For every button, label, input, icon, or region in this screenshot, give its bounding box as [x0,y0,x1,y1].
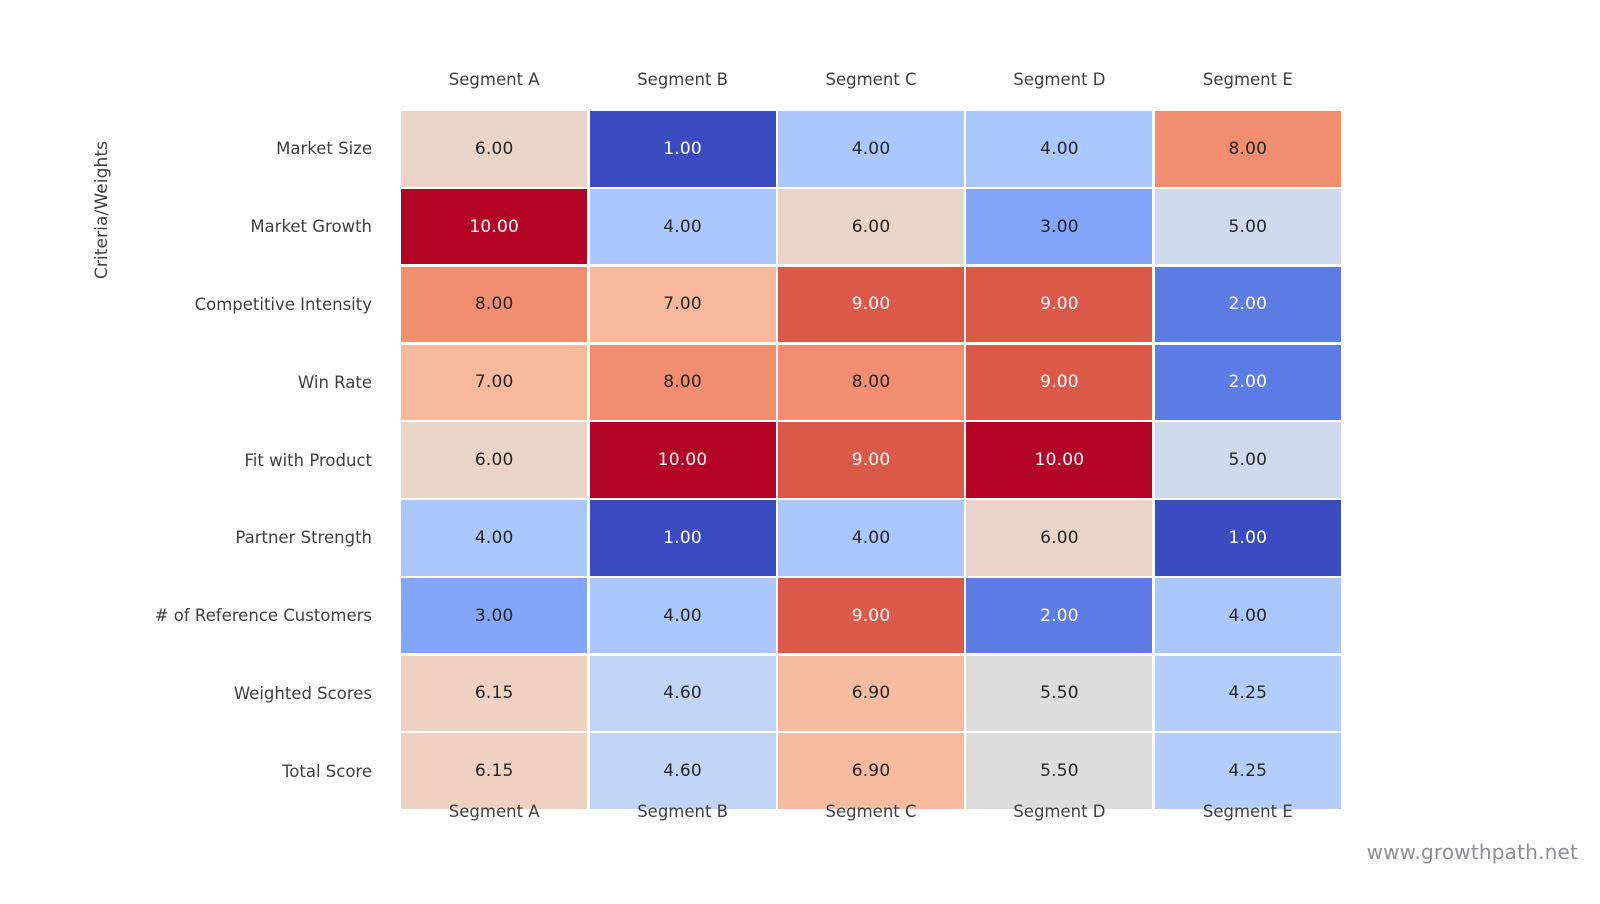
heatmap-cell[interactable]: 9.00 [966,344,1153,420]
column-header-top-4: Segment D [1013,70,1106,89]
heatmap-cell[interactable]: 4.25 [1154,655,1341,732]
row-label-4: Win Rate [297,372,372,392]
heatmap-cell[interactable]: 2.00 [1154,344,1341,420]
row-label-1: Market Size [276,139,372,159]
heatmap-cell[interactable]: 7.00 [401,344,588,420]
column-header-top-5: Segment E [1202,70,1293,89]
heatmap-cell[interactable]: 6.90 [778,733,965,809]
heatmap-cell[interactable]: 9.00 [778,266,965,343]
heatmap-cell[interactable]: 6.00 [401,422,588,498]
heatmap-cell[interactable]: 8.00 [778,344,965,420]
heatmap-cell[interactable]: 2.00 [966,577,1153,654]
heatmap-cell[interactable]: 5.50 [966,655,1153,732]
heatmap-grid: 6.00 1.00 4.00 4.00 8.00 10.00 4.00 6.00 3.00 5.0… [400,110,1342,810]
heatmap-row: 8.00 7.00 9.00 9.00 2.00 [400,266,1342,344]
heatmap-row: 6.00 1.00 4.00 4.00 8.00 [400,110,1342,188]
column-header-bottom-1: Segment A [448,802,540,821]
heatmap-cell[interactable]: 8.00 [589,344,776,420]
row-label-column: Market Size Market Growth Competitive Inte… [120,110,385,810]
heatmap-cell[interactable]: 5.00 [1154,188,1341,265]
heatmap-cell[interactable]: 10.00 [589,422,776,498]
heatmap-cell[interactable]: 5.50 [966,733,1153,809]
column-header-bottom-2: Segment B [637,802,729,821]
heatmap-cell[interactable]: 4.00 [1154,577,1341,654]
heatmap-row: 4.00 1.00 4.00 6.00 1.00 [400,499,1342,577]
row-label-3: Competitive Intensity [194,294,372,314]
column-header-bottom-5: Segment E [1202,802,1293,821]
heatmap-cell[interactable]: 4.00 [778,500,965,576]
row-label-8: Weighted Scores [233,683,372,703]
heatmap-cell[interactable]: 10.00 [401,188,588,265]
heatmap-row: 7.00 8.00 8.00 9.00 2.00 [400,343,1342,421]
heatmap-cell[interactable]: 6.15 [401,733,588,809]
heatmap-cell[interactable]: 4.00 [589,188,776,265]
heatmap-row: 6.15 4.60 6.90 5.50 4.25 [400,732,1342,810]
column-header-bottom-3: Segment C [825,802,917,821]
column-headers-bottom: Segment A Segment B Segment C Segment D Segm… [400,802,1342,821]
heatmap-cell[interactable]: 6.00 [778,188,965,265]
heatmap-cell[interactable]: 4.00 [778,111,965,187]
row-label-9: Total Score [282,761,372,781]
heatmap-cell[interactable]: 6.00 [966,500,1153,576]
heatmap-cell[interactable]: 6.00 [401,111,588,187]
heatmap-row: 10.00 4.00 6.00 3.00 5.00 [400,188,1342,266]
heatmap-cell[interactable]: 4.25 [1154,733,1341,809]
heatmap-cell[interactable]: 2.00 [1154,266,1341,343]
column-header-top-1: Segment A [448,70,540,89]
heatmap-cell[interactable]: 6.90 [778,655,965,732]
column-headers-top: Segment A Segment B Segment C Segment D Segm… [400,70,1342,89]
heatmap-cell[interactable]: 4.60 [589,733,776,809]
row-label-6: Partner Strength [235,528,372,548]
heatmap-cell[interactable]: 8.00 [401,266,588,343]
column-header-top-2: Segment B [637,70,729,89]
heatmap-cell[interactable]: 4.00 [966,111,1153,187]
heatmap-cell[interactable]: 4.60 [589,655,776,732]
heatmap-row: 6.15 4.60 6.90 5.50 4.25 [400,654,1342,732]
heatmap-cell[interactable]: 8.00 [1154,111,1341,187]
heatmap-cell[interactable]: 9.00 [778,422,965,498]
y-axis-title: Criteria/Weights [92,140,112,280]
heatmap-cell[interactable]: 4.00 [589,577,776,654]
heatmap-cell[interactable]: 10.00 [966,422,1153,498]
heatmap-cell[interactable]: 6.15 [401,655,588,732]
row-label-5: Fit with Product [244,450,373,470]
heatmap-cell[interactable]: 1.00 [1154,500,1341,576]
heatmap-cell[interactable]: 1.00 [589,111,776,187]
heatmap-cell[interactable]: 3.00 [966,188,1153,265]
heatmap-cell[interactable]: 9.00 [966,266,1153,343]
heatmap-figure: Criteria/Weights Segment A Segment B Segme… [0,0,1600,904]
column-header-top-3: Segment C [825,70,917,89]
heatmap-cell[interactable]: 7.00 [589,266,776,343]
heatmap-row: 6.00 10.00 9.00 10.00 5.00 [400,421,1342,499]
heatmap-cell[interactable]: 1.00 [589,500,776,576]
row-label-7: # of Reference Customers [154,606,372,626]
heatmap-cell[interactable]: 9.00 [778,577,965,654]
heatmap-cell[interactable]: 3.00 [401,577,588,654]
column-header-bottom-4: Segment D [1013,802,1106,821]
heatmap-cell[interactable]: 4.00 [401,500,588,576]
heatmap-cell[interactable]: 5.00 [1154,422,1341,498]
watermark: www.growthpath.net [1366,840,1578,864]
heatmap-row: 3.00 4.00 9.00 2.00 4.00 [400,577,1342,655]
row-label-2: Market Growth [250,217,372,237]
